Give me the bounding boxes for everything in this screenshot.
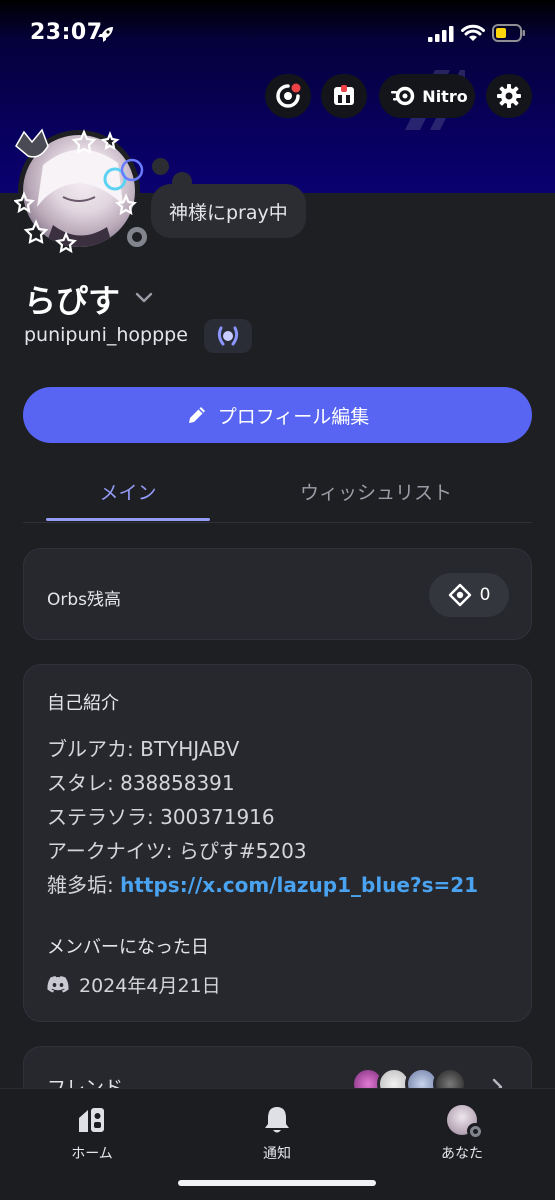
settings-button[interactable] [486,74,532,118]
chevron-down-icon[interactable] [134,290,154,304]
member-since-date: 2024年4月21日 [79,975,221,997]
quest-button[interactable] [265,74,311,118]
active-tab-indicator [46,518,210,521]
profile-badge[interactable] [204,319,252,353]
orbs-label: Orbs残高 [47,590,122,610]
about-me-title: 自己紹介 [47,693,119,714]
orbs-balance-pill[interactable]: 0 [429,573,509,617]
orb-icon [448,583,471,607]
bio-line: ブルアカ: BTYHJABV [47,737,240,761]
tab-wishlist[interactable]: ウィッシュリスト [262,478,490,505]
home-indicator [178,1180,376,1186]
edit-profile-label: プロフィール編集 [217,405,370,428]
nav-home-label: ホーム [71,1146,113,1162]
quest-icon [276,83,301,108]
about-me-card: 自己紹介 ブルアカ: BTYHJABV スタレ: 838858391 ステラソラ… [23,664,532,1022]
nav-notifications[interactable]: 通知 [222,1103,332,1163]
status-bar: 23:07 [0,0,555,70]
bubble-tail-small [152,158,169,175]
status-time: 23:07 [30,20,103,45]
bio-link-line: 雑多垢: https://x.com/lazup1_blue?s=21 [47,869,478,898]
shop-button[interactable] [321,74,367,118]
nitro-icon [391,86,415,106]
discord-icon [47,976,69,993]
custom-status[interactable]: 神様にpray中 [151,184,306,238]
nitro-button[interactable]: Nitro [379,74,475,118]
wifi-icon [461,24,485,41]
nav-you-label: あなた [441,1146,483,1162]
orbs-balance: 0 [479,585,491,605]
nav-notifications-label: 通知 [263,1146,291,1162]
bio-line: アークナイツ: らぴす#5203 [47,839,307,863]
username: punipuni_hopppe [24,324,188,346]
member-since: 2024年4月21日 [47,971,221,998]
home-icon [79,1108,104,1132]
online-status-indicator [122,222,152,252]
pencil-icon [188,407,205,423]
member-since-title: メンバーになった日 [47,937,209,958]
display-name[interactable]: らぴす [24,276,120,322]
nav-avatar [447,1105,483,1139]
battery-icon [492,24,525,42]
bio-line: スタレ: 838858391 [47,771,235,795]
bio-link-prefix: 雑多垢: [47,873,121,897]
orbs-card[interactable]: Orbs残高 0 [23,548,532,640]
shop-icon [334,85,354,105]
tab-main[interactable]: メイン [46,478,210,505]
tab-divider [23,522,532,523]
laurel-badge-icon [217,326,239,346]
bio-link[interactable]: https://x.com/lazup1_blue?s=21 [120,873,478,897]
bell-icon [265,1107,289,1133]
nav-status-indicator [467,1123,483,1139]
rocket-icon [98,27,113,42]
bio-line: ステラソラ: 300371916 [47,805,275,829]
nav-home[interactable]: ホーム [37,1103,147,1163]
nitro-label: Nitro [422,86,468,106]
profile-avatar[interactable] [14,126,152,256]
signal-icon [428,26,454,42]
edit-profile-button[interactable]: プロフィール編集 [23,387,532,443]
gear-icon [497,84,521,108]
nav-you[interactable]: あなた [407,1103,517,1163]
